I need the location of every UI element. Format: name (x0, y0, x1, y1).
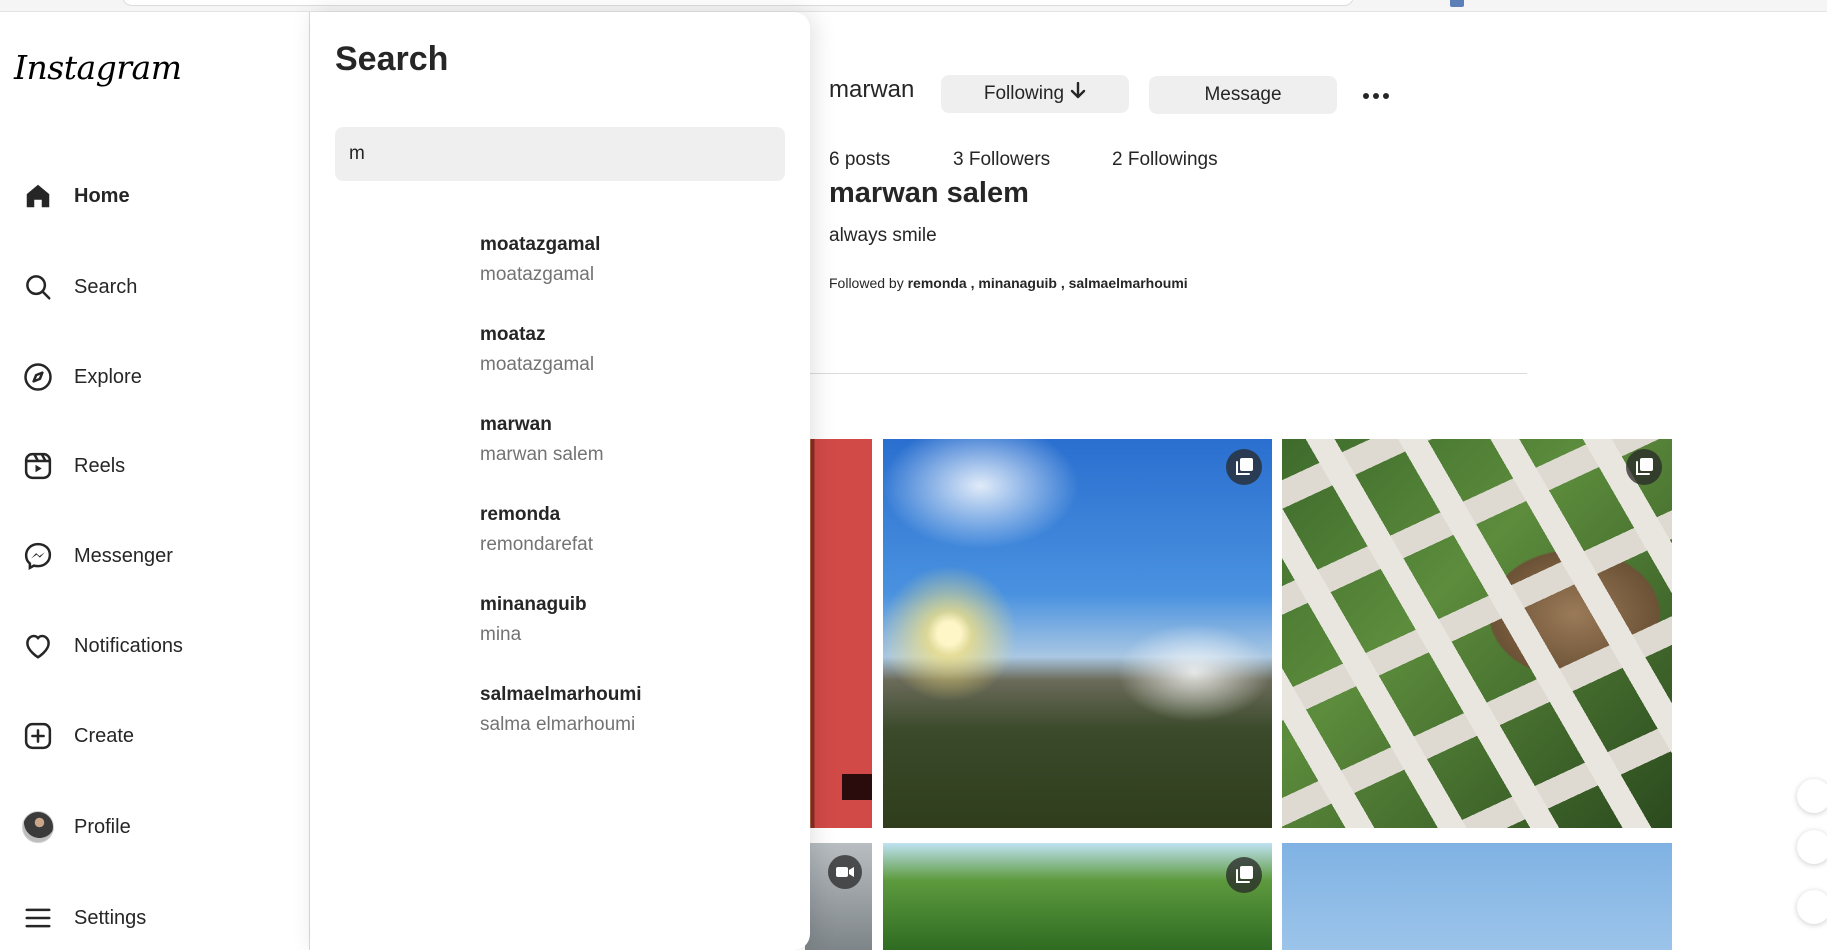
followed-by-user[interactable]: remonda (908, 275, 967, 291)
followed-by-separator: , (1060, 275, 1069, 291)
post-thumbnail[interactable] (1282, 439, 1672, 828)
reels-icon (22, 450, 54, 482)
multiple-posts-icon (1226, 857, 1262, 893)
sidebar-item-messenger[interactable]: Messenger (22, 532, 292, 580)
search-panel: Search moatazgamal moatazgamal moataz mo… (310, 12, 810, 950)
result-full-name: marwan salem (480, 444, 604, 465)
ai-extension-icon[interactable] (1797, 890, 1827, 924)
post-thumbnail[interactable] (1282, 843, 1672, 950)
browser-top-strip (0, 0, 1827, 12)
translate-extension-icon[interactable] (1797, 779, 1827, 813)
following-button[interactable]: Following (941, 75, 1129, 113)
search-result-item[interactable]: remonda remondarefat (335, 504, 785, 582)
home-icon (22, 180, 54, 212)
more-options-icon[interactable] (1360, 80, 1392, 112)
sidebar-item-label: Search (74, 275, 138, 298)
sidebar-item-label: Settings (74, 906, 147, 929)
search-input[interactable] (335, 127, 785, 181)
video-camera-icon (828, 855, 862, 889)
messenger-icon (22, 540, 54, 572)
sidebar-item-explore[interactable]: Explore (22, 353, 292, 401)
tab-indicator (1450, 0, 1464, 7)
result-username: remonda (480, 504, 561, 525)
avatar (22, 811, 54, 843)
result-full-name: moatazgamal (480, 354, 595, 375)
followings-count[interactable]: 2 Followings (1112, 149, 1218, 171)
compass-icon (22, 361, 54, 393)
sidebar-item-reels[interactable]: Reels (22, 442, 292, 490)
profile-icon-wrap (22, 811, 54, 843)
multiple-posts-icon (1226, 449, 1262, 485)
profile-full-name: marwan salem (829, 177, 1029, 209)
sidebar-item-label: Create (74, 724, 135, 747)
sidebar: Instagram Home Search Explore Reels Mess… (4, 12, 310, 950)
profile-divider (805, 373, 1527, 374)
sidebar-item-search[interactable]: Search (22, 263, 292, 311)
app-window: Instagram Home Search Explore Reels Mess… (0, 0, 1827, 950)
search-result-item[interactable]: moatazgamal moatazgamal (335, 234, 785, 312)
followed-by-user[interactable]: minanaguib (978, 275, 1057, 291)
sidebar-item-home[interactable]: Home (22, 172, 292, 220)
result-full-name: remondarefat (480, 534, 594, 555)
sidebar-item-label: Messenger (74, 544, 173, 567)
search-panel-title: Search (335, 40, 449, 78)
sidebar-item-profile[interactable]: Profile (22, 803, 292, 851)
followers-count[interactable]: 3 Followers (953, 149, 1050, 171)
search-result-item[interactable]: marwan marwan salem (335, 414, 785, 492)
result-full-name: mina (480, 624, 522, 645)
sidebar-item-notifications[interactable]: Notifications (22, 622, 292, 670)
message-button[interactable]: Message (1149, 76, 1337, 114)
result-username: marwan (480, 414, 552, 435)
multiple-posts-icon (1626, 449, 1662, 485)
profile-bio: always smile (829, 225, 937, 246)
sidebar-item-create[interactable]: Create (22, 712, 292, 760)
search-icon (22, 271, 54, 303)
result-username: moatazgamal (480, 234, 601, 255)
sidebar-item-label: Profile (74, 815, 131, 838)
result-username: salmaelmarhoumi (480, 684, 642, 705)
message-button-label: Message (1204, 84, 1282, 105)
result-full-name: moatazgamal (480, 264, 595, 285)
profile-username: marwan (829, 76, 915, 103)
search-result-item[interactable]: salmaelmarhoumi salma elmarhoumi (335, 684, 785, 762)
menu-icon (22, 902, 54, 934)
posts-count: 6 posts (829, 149, 891, 170)
instagram-logo[interactable]: Instagram (14, 48, 182, 87)
result-username: minanaguib (480, 594, 587, 615)
result-full-name: salma elmarhoumi (480, 714, 636, 735)
search-result-item[interactable]: moataz moatazgamal (335, 324, 785, 402)
post-logo-badge (842, 774, 872, 800)
following-button-label: Following (983, 83, 1065, 104)
followed-by-user[interactable]: salmaelmarhoumi (1069, 275, 1188, 291)
heart-icon (22, 630, 54, 662)
address-bar[interactable] (122, 0, 1354, 6)
reader-extension-icon[interactable] (1797, 830, 1827, 864)
sidebar-item-label: Home (74, 184, 130, 207)
result-username: moataz (480, 324, 546, 345)
sidebar-item-settings[interactable]: Settings (22, 894, 292, 942)
followed-by-prefix: Followed by (829, 275, 908, 291)
sidebar-item-label: Explore (74, 365, 142, 388)
post-thumbnail[interactable] (805, 439, 872, 828)
post-thumbnail[interactable] (883, 439, 1272, 828)
sidebar-item-label: Reels (74, 454, 126, 477)
followed-by-line: Followed by remonda , minanaguib , salma… (829, 275, 1188, 291)
sidebar-item-label: Notifications (74, 634, 183, 657)
post-thumbnail[interactable] (805, 843, 872, 950)
post-thumbnail[interactable] (883, 843, 1272, 950)
arrow-down-icon (1070, 81, 1086, 106)
search-result-item[interactable]: minanaguib mina (335, 594, 785, 672)
plus-square-icon (22, 720, 54, 752)
